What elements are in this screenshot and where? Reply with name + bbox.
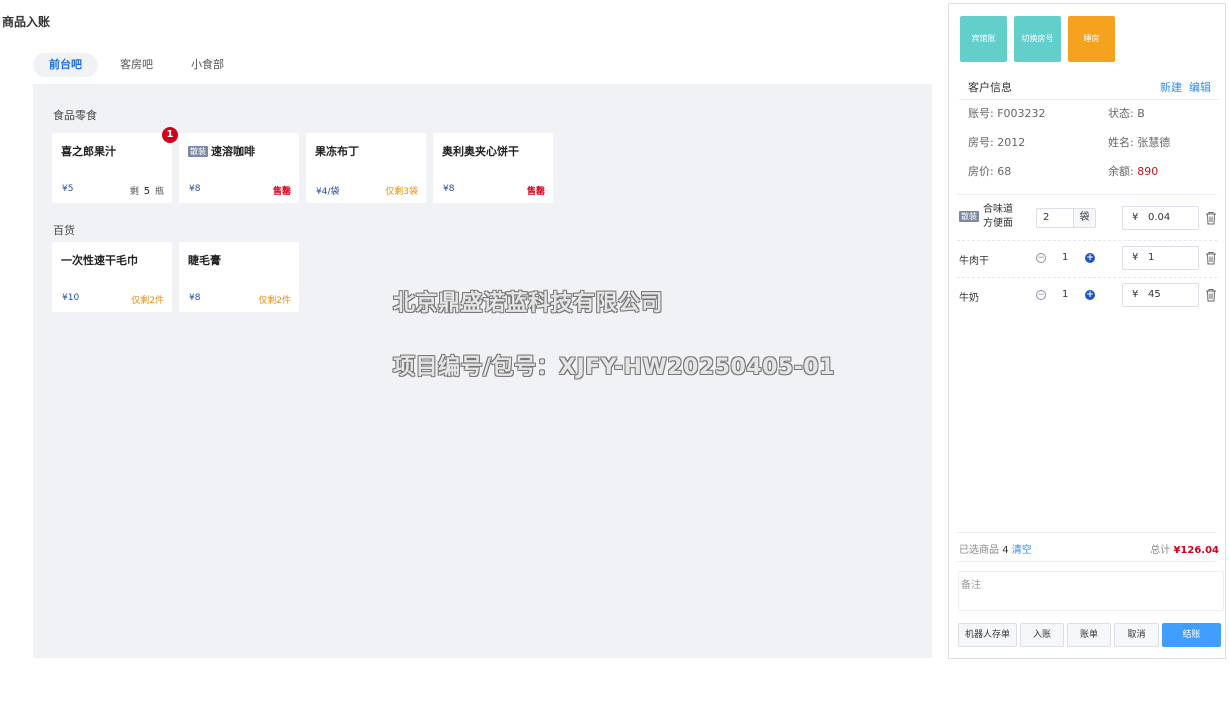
low-stock-label: 仅剩2件	[131, 296, 164, 306]
price-value: 0.04	[1148, 212, 1171, 223]
bulk-tag: 散装	[188, 146, 208, 157]
product-card[interactable]: 散装 速溶咖啡 ¥8 售罄	[179, 133, 299, 203]
product-price: ¥8	[443, 184, 455, 194]
currency-symbol: ¥	[1132, 212, 1139, 223]
quantity-value: 1	[1062, 289, 1069, 300]
product-price: ¥10	[62, 293, 80, 303]
product-price: ¥8	[189, 184, 201, 194]
room-number: 房号: 2012	[968, 136, 1026, 149]
product-name: 果冻布丁	[315, 145, 359, 158]
stock-number: 5	[143, 186, 151, 197]
low-stock-label: 仅剩2件	[258, 296, 291, 306]
sold-out-label: 售罄	[526, 187, 545, 197]
divider	[957, 240, 1217, 241]
price-input[interactable]: ¥ 0.04	[1122, 206, 1199, 230]
stock-unit: 瓶	[154, 187, 164, 197]
account-status: 状态: B	[1108, 107, 1145, 120]
robot-deposit-button[interactable]: 机器人存单	[958, 623, 1017, 647]
section-title-goods: 百货	[53, 224, 75, 237]
increase-icon[interactable]: +	[1085, 290, 1095, 300]
watermark-project: 项目编号/包号：XJFY-HW20250405-01	[393, 355, 835, 380]
room-price: 房价: 68	[968, 165, 1012, 178]
tab-snack-shop[interactable]: 小食部	[175, 53, 240, 77]
currency-symbol: ¥	[1132, 252, 1139, 263]
product-card[interactable]: 果冻布丁 ¥4/袋 仅剩3袋	[306, 133, 426, 203]
room-button[interactable]: 睡房	[1068, 16, 1115, 62]
stock-prefix: 剩	[129, 187, 139, 197]
checkout-button[interactable]: 结账	[1162, 623, 1221, 647]
quantity-value: 1	[1062, 252, 1069, 263]
product-card[interactable]: 一次性速干毛巾 ¥10 仅剩2件	[52, 242, 172, 312]
cart-item-name-line1: 合味道	[983, 204, 1013, 215]
price-value: 1	[1148, 252, 1155, 263]
balance-value: 890	[1137, 165, 1159, 178]
selected-label: 已选商品	[959, 545, 999, 556]
divider	[957, 194, 1217, 195]
currency-symbol: ¥	[1132, 289, 1139, 300]
divider	[957, 277, 1217, 278]
product-name: 奥利奥夹心饼干	[442, 145, 519, 158]
selected-count: 4	[1002, 545, 1009, 556]
divider	[957, 532, 1217, 533]
bulk-tag: 散装	[959, 211, 979, 222]
divider	[957, 561, 1217, 562]
product-name-wrap: 散装 速溶咖啡	[188, 143, 255, 159]
product-card[interactable]: 睫毛膏 ¥8 仅剩2件	[179, 242, 299, 312]
product-name: 一次性速干毛巾	[61, 254, 138, 267]
product-price: ¥5	[62, 184, 74, 194]
cart-item-name-line2: 方便面	[983, 218, 1013, 229]
account-number: 账号: F003232	[968, 107, 1046, 120]
customer-info-header: 客户信息 新建 编辑	[959, 74, 1219, 100]
decrease-icon[interactable]: −	[1036, 253, 1046, 263]
total-label: 总计	[1150, 545, 1171, 556]
balance: 余额: 890	[1108, 163, 1158, 179]
quantity-unit: 袋	[1073, 209, 1095, 227]
product-stock: 剩 5 瓶	[130, 184, 164, 197]
product-name: 速溶咖啡	[211, 145, 255, 158]
trash-icon[interactable]	[1205, 251, 1217, 265]
watermark-company: 北京鼎盛诺蓝科技有限公司	[393, 291, 664, 316]
product-card[interactable]: 奥利奥夹心饼干 ¥8 售罄	[433, 133, 553, 203]
low-stock-label: 仅剩3袋	[385, 187, 418, 197]
product-price: ¥8	[189, 293, 201, 303]
tab-room-bar[interactable]: 客房吧	[104, 53, 169, 77]
guest-account-button[interactable]: 宾馆账	[960, 16, 1007, 62]
remark-input[interactable]: 备注	[958, 571, 1224, 611]
balance-label: 余额:	[1108, 165, 1138, 178]
page-title: 商品入账	[2, 15, 51, 29]
product-name: 睫毛膏	[188, 254, 221, 267]
checkout-panel: 宾馆账 切换房号 睡房 客户信息 新建 编辑 账号: F003232 状态: B…	[948, 3, 1226, 659]
price-input[interactable]: ¥ 1	[1122, 246, 1199, 270]
quantity-value: 2	[1043, 212, 1050, 223]
category-tabs: 前台吧 客房吧 小食部	[33, 53, 246, 77]
trash-icon[interactable]	[1205, 211, 1217, 225]
price-value: 45	[1148, 289, 1161, 300]
section-title-snacks: 食品零食	[53, 109, 97, 122]
cart-count-badge: 1	[162, 127, 178, 143]
cancel-button[interactable]: 取消	[1114, 623, 1159, 647]
product-name: 喜之郎果汁	[61, 145, 116, 158]
edit-customer-link[interactable]: 编辑	[1189, 79, 1211, 95]
bill-button[interactable]: 账单	[1067, 623, 1111, 647]
cart-item-name: 牛肉干	[959, 256, 989, 267]
cart-item-name: 牛奶	[959, 293, 979, 304]
quantity-input[interactable]: 2 袋	[1036, 208, 1096, 228]
cart-summary: 已选商品 4 清空 总计 ¥126.04	[959, 541, 1219, 556]
switch-room-button[interactable]: 切换房号	[1014, 16, 1061, 62]
tab-front-bar[interactable]: 前台吧	[33, 53, 98, 77]
clear-cart-link[interactable]: 清空	[1012, 545, 1032, 556]
guest-name: 姓名: 张慧德	[1108, 136, 1171, 149]
customer-info-title: 客户信息	[968, 81, 1012, 94]
total-value: ¥126.04	[1173, 545, 1219, 556]
price-input[interactable]: ¥ 45	[1122, 283, 1199, 307]
trash-icon[interactable]	[1205, 288, 1217, 302]
post-charge-button[interactable]: 入账	[1020, 623, 1064, 647]
product-price: ¥4/袋	[316, 187, 340, 197]
product-card[interactable]: 喜之郎果汁 ¥5 剩 5 瓶 1	[52, 127, 178, 203]
increase-icon[interactable]: +	[1085, 253, 1095, 263]
new-customer-link[interactable]: 新建	[1160, 79, 1182, 95]
decrease-icon[interactable]: −	[1036, 290, 1046, 300]
cart-total: 总计 ¥126.04	[1150, 541, 1219, 556]
sold-out-label: 售罄	[272, 187, 291, 197]
